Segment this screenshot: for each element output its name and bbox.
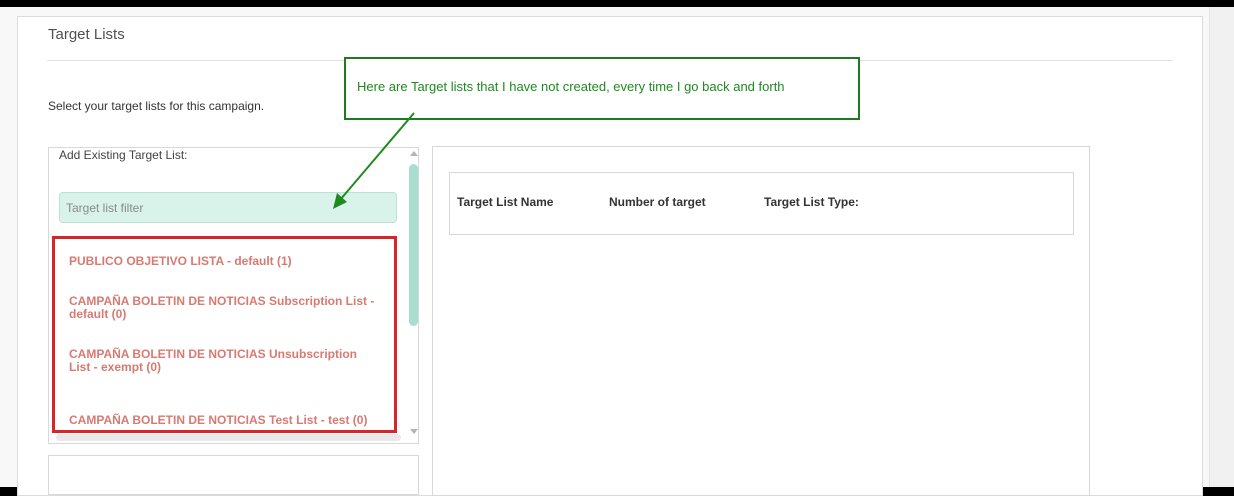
target-list-item[interactable]: PUBLICO OBJETIVO LISTA - default (1): [69, 255, 379, 268]
target-list-item[interactable]: CAMPAÑA BOLETIN DE NOTICIAS Unsubscripti…: [69, 348, 379, 374]
target-list-item[interactable]: CAMPAÑA BOLETIN DE NOTICIAS Test List - …: [69, 414, 379, 427]
add-existing-label: Add Existing Target List:: [59, 148, 188, 162]
instruction-text: Select your target lists for this campai…: [48, 99, 265, 113]
column-header-name: Target List Name: [457, 195, 554, 209]
target-list-item[interactable]: CAMPAÑA BOLETIN DE NOTICIAS Subscription…: [69, 295, 379, 321]
scroll-down-arrow-icon[interactable]: [410, 429, 418, 434]
scroll-up-arrow-icon[interactable]: [410, 151, 418, 156]
selected-target-lists-box: [48, 455, 419, 495]
horizontal-scrollbar[interactable]: [56, 434, 401, 441]
section-title: Target Lists: [48, 26, 125, 43]
annotation-text: Here are Target lists that I have not cr…: [357, 79, 785, 94]
column-header-count: Number of target: [609, 195, 706, 209]
column-header-type: Target List Type:: [764, 195, 859, 209]
target-list-filter-input[interactable]: [59, 192, 397, 223]
vertical-scrollbar-gutter[interactable]: [1209, 7, 1234, 487]
list-scrollbar-thumb[interactable]: [409, 164, 418, 326]
